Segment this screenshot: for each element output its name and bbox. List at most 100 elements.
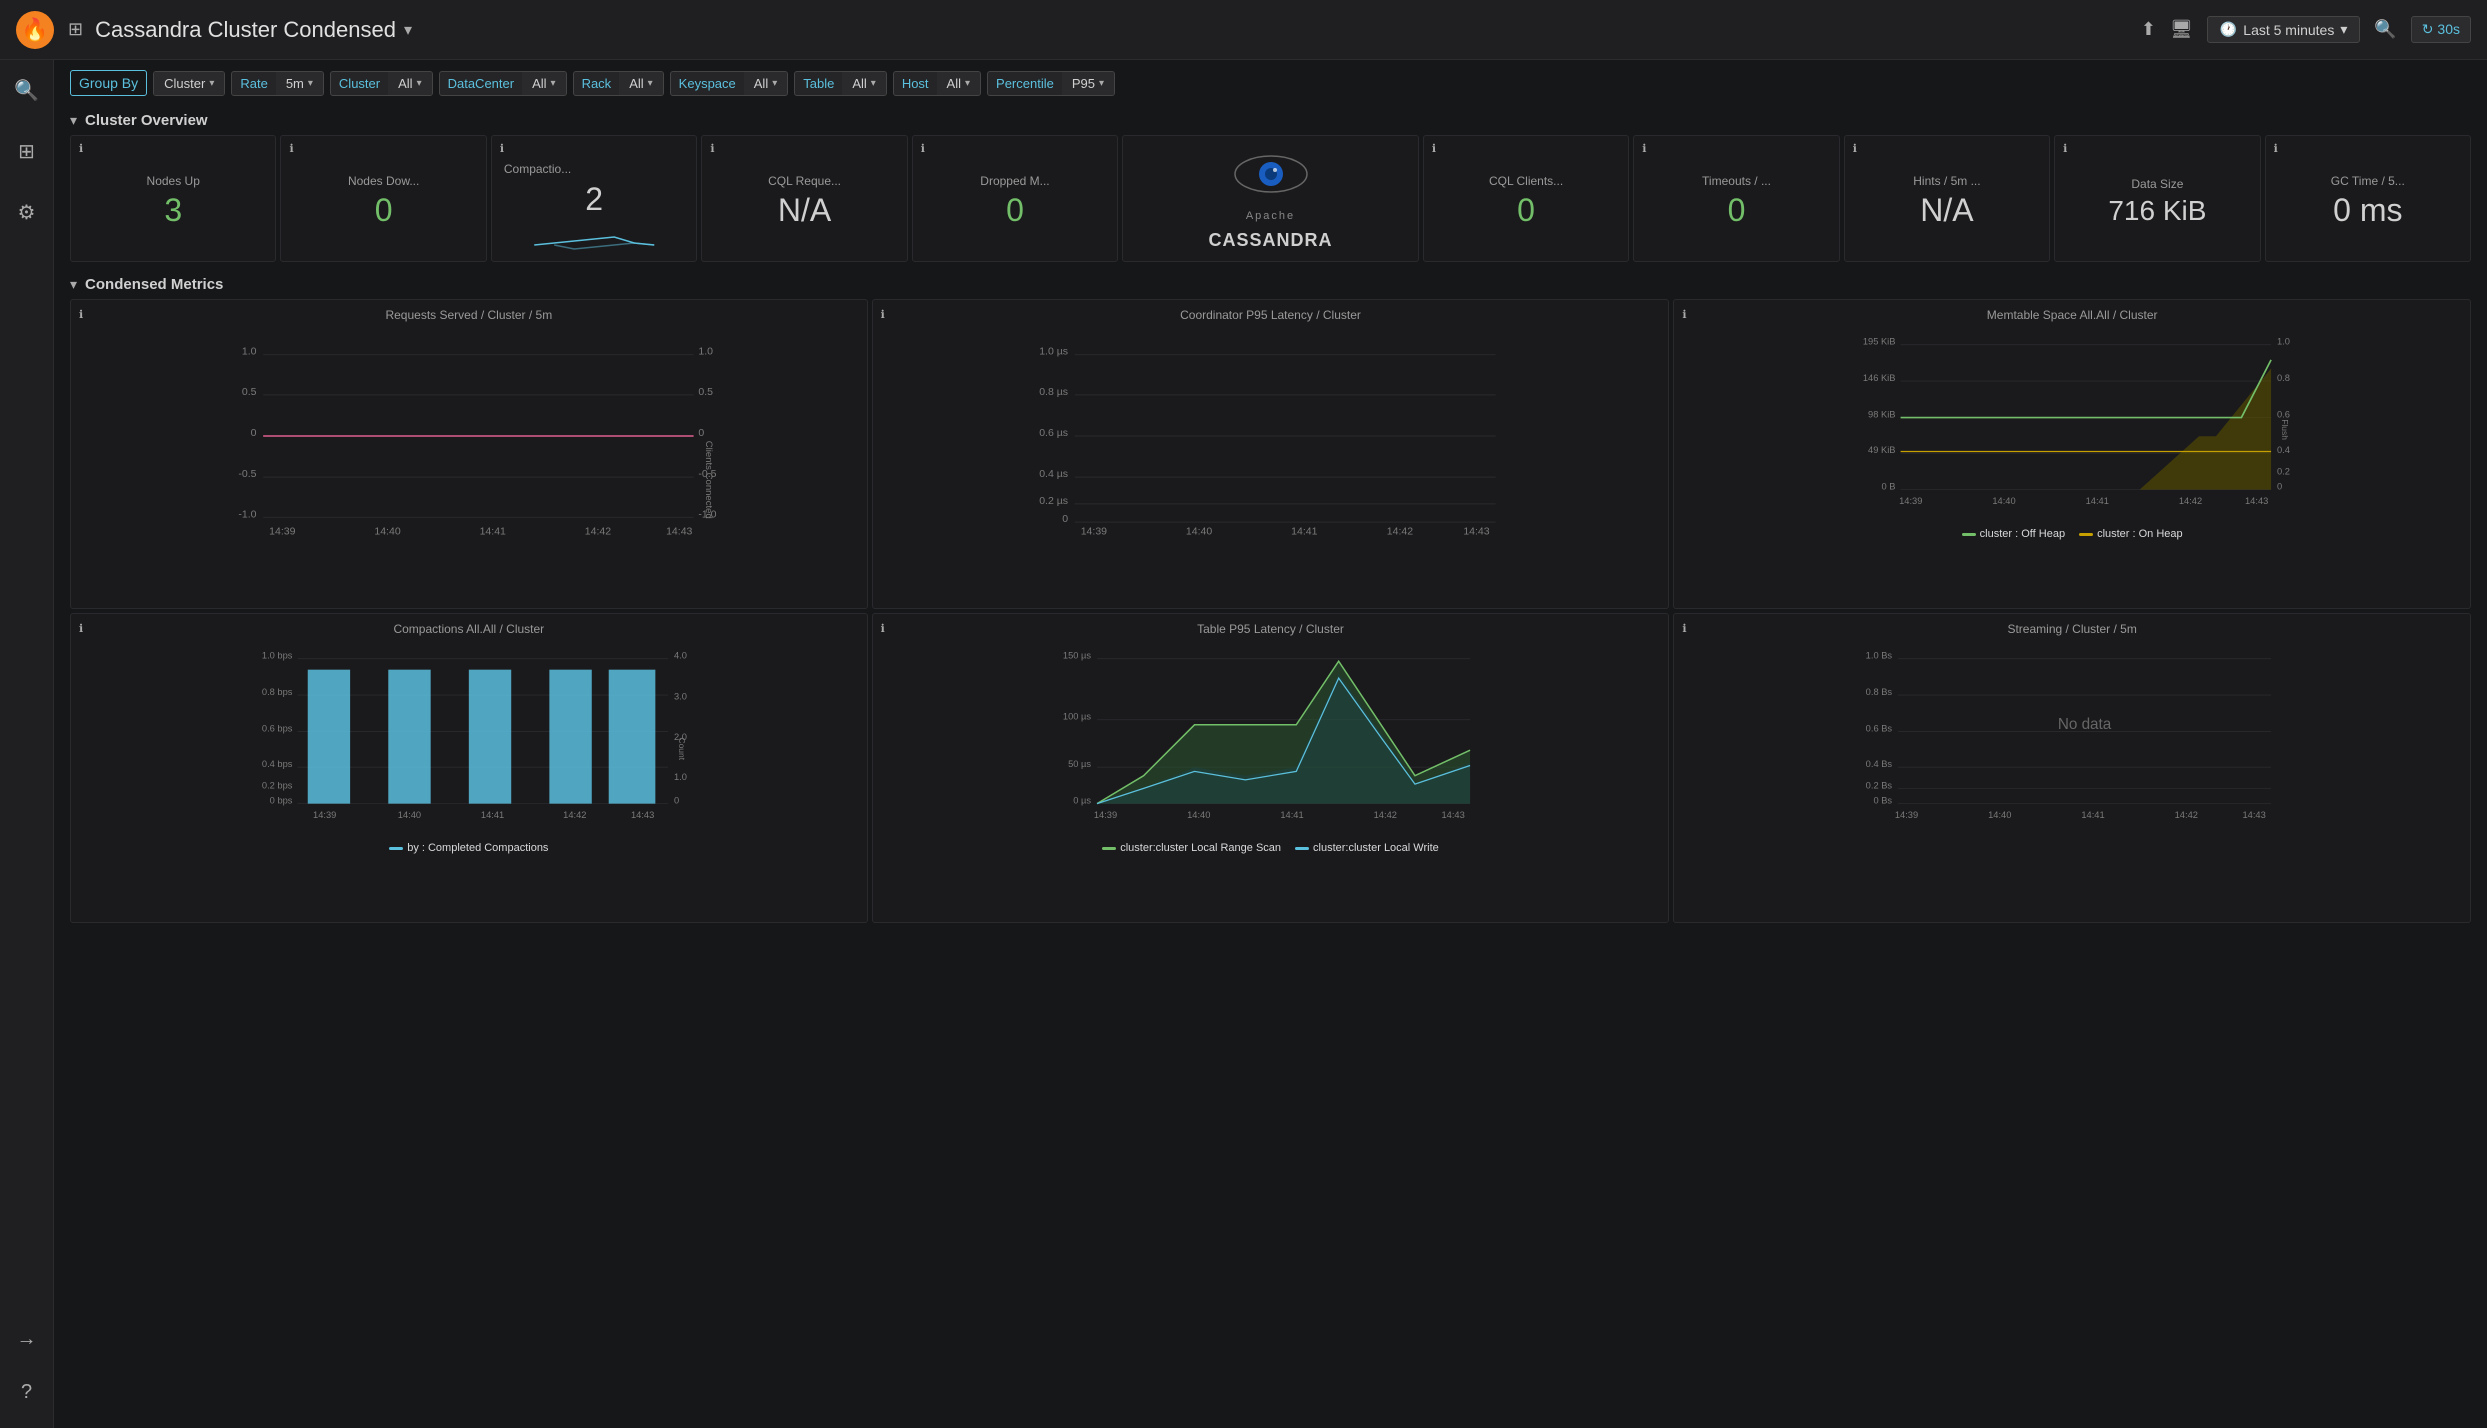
filter-cluster-type[interactable]: Cluster ▾ <box>153 71 225 96</box>
svg-text:0.2 µs: 0.2 µs <box>1039 495 1068 507</box>
svg-text:3.0: 3.0 <box>674 691 687 701</box>
svg-text:Count: Count <box>677 738 687 761</box>
svg-text:0: 0 <box>698 427 704 439</box>
svg-text:14:39: 14:39 <box>313 810 336 820</box>
svg-text:0.2 Bs: 0.2 Bs <box>1866 780 1893 790</box>
group-by-label[interactable]: Group By <box>70 70 147 96</box>
stat-title: GC Time / 5... <box>2331 174 2405 188</box>
svg-text:14:42: 14:42 <box>2175 810 2198 820</box>
legend-label: by : Completed Compactions <box>407 842 548 854</box>
stat-value: 2 <box>504 181 684 218</box>
chart-info-icon[interactable]: ℹ <box>79 308 83 321</box>
tv-icon[interactable]: 🖥 <box>2170 19 2193 40</box>
filter-rack[interactable]: Rack All ▾ <box>573 71 664 96</box>
svg-text:-0.5: -0.5 <box>238 468 256 480</box>
svg-text:14:43: 14:43 <box>1441 810 1464 820</box>
svg-text:0: 0 <box>674 796 679 806</box>
main-content: Group By Cluster ▾ Rate 5m ▾ Cluster All… <box>54 60 2487 1428</box>
filter-host[interactable]: Host All ▾ <box>893 71 981 96</box>
time-range-picker[interactable]: 🕐 Last 5 minutes ▾ <box>2207 16 2361 43</box>
chart-title: Compactions All.All / Cluster <box>79 622 859 636</box>
section-chevron-icon: ▾ <box>70 112 77 129</box>
refresh-button[interactable]: ↻ 30s <box>2411 16 2471 43</box>
sidebar-item-settings[interactable]: ⚙ <box>10 192 44 233</box>
svg-text:14:40: 14:40 <box>1993 496 2016 506</box>
chart-legend: cluster : Off Heap cluster : On Heap <box>1682 528 2462 540</box>
metrics-grid: ℹ Requests Served / Cluster / 5m 1.0 0.5… <box>70 299 2471 923</box>
sidebar-item-login[interactable]: → <box>9 1320 45 1359</box>
stat-card-cql-clients: ℹ CQL Clients... 0 <box>1423 135 1629 262</box>
chart-info-icon[interactable]: ℹ <box>1682 622 1686 635</box>
chart-coordinator-latency: ℹ Coordinator P95 Latency / Cluster 1.0 … <box>872 299 1670 609</box>
time-range-arrow: ▾ <box>2340 21 2347 38</box>
info-icon[interactable]: ℹ <box>710 142 714 155</box>
svg-text:1.0 Bs: 1.0 Bs <box>1866 651 1893 661</box>
stat-card-dropped: ℹ Dropped M... 0 <box>912 135 1118 262</box>
sidebar-item-help[interactable]: ? <box>13 1373 40 1412</box>
legend-color <box>1295 847 1309 850</box>
chart-info-icon[interactable]: ℹ <box>881 622 885 635</box>
svg-text:1.0 bps: 1.0 bps <box>262 651 293 661</box>
sidebar-bottom: → ? <box>9 1320 45 1412</box>
legend-color <box>1102 847 1116 850</box>
svg-text:195 KiB: 195 KiB <box>1863 337 1896 347</box>
stat-cards-row: ℹ Nodes Up 3 ℹ Nodes Dow... 0 ℹ Compacti… <box>70 135 2471 262</box>
svg-text:0.8 Bs: 0.8 Bs <box>1866 687 1893 697</box>
legend-local-write: cluster:cluster Local Write <box>1295 842 1439 854</box>
filter-rate[interactable]: Rate 5m ▾ <box>231 71 324 96</box>
legend-on-heap: cluster : On Heap <box>2079 528 2183 540</box>
svg-text:0.2: 0.2 <box>2277 466 2290 476</box>
cluster-overview-header[interactable]: ▾ Cluster Overview <box>70 104 2471 135</box>
info-icon[interactable]: ℹ <box>2274 142 2278 155</box>
filter-cluster[interactable]: Cluster All ▾ <box>330 71 433 96</box>
svg-text:14:41: 14:41 <box>1280 810 1303 820</box>
filter-keyspace[interactable]: Keyspace All ▾ <box>670 71 789 96</box>
topbar-right: ⬆ 🖥 🕐 Last 5 minutes ▾ 🔍 ↻ 30s <box>2141 16 2471 43</box>
svg-text:4.0: 4.0 <box>674 651 687 661</box>
chart-title: Table P95 Latency / Cluster <box>881 622 1661 636</box>
time-range-label: Last 5 minutes <box>2243 22 2334 38</box>
svg-text:0 B: 0 B <box>1882 482 1896 492</box>
info-icon[interactable]: ℹ <box>1853 142 1857 155</box>
info-icon[interactable]: ℹ <box>79 142 83 155</box>
chart-info-icon[interactable]: ℹ <box>881 308 885 321</box>
svg-text:0.4 Bs: 0.4 Bs <box>1866 759 1893 769</box>
chart-title: Requests Served / Cluster / 5m <box>79 308 859 322</box>
chart-svg: 195 KiB 146 KiB 98 KiB 49 KiB 0 B 1.0 0.… <box>1682 326 2462 521</box>
chart-memtable: ℹ Memtable Space All.All / Cluster 195 K… <box>1673 299 2471 609</box>
svg-text:0.4: 0.4 <box>2277 445 2290 455</box>
info-icon[interactable]: ℹ <box>2063 142 2067 155</box>
legend-off-heap: cluster : Off Heap <box>1962 528 2065 540</box>
title-dropdown-arrow[interactable]: ▾ <box>404 20 412 40</box>
filter-datacenter[interactable]: DataCenter All ▾ <box>439 71 567 96</box>
sparkline-chart <box>504 223 684 251</box>
info-icon[interactable]: ℹ <box>289 142 293 155</box>
info-icon[interactable]: ℹ <box>500 142 504 155</box>
info-icon[interactable]: ℹ <box>1642 142 1646 155</box>
share-icon[interactable]: ⬆ <box>2141 19 2156 40</box>
info-icon[interactable]: ℹ <box>1432 142 1436 155</box>
filter-table[interactable]: Table All ▾ <box>794 71 887 96</box>
page-title-text: Cassandra Cluster Condensed <box>95 17 396 43</box>
svg-text:14:41: 14:41 <box>2086 496 2109 506</box>
refresh-icon: ↻ <box>2422 21 2434 37</box>
condensed-metrics-header[interactable]: ▾ Condensed Metrics <box>70 268 2471 299</box>
legend-color <box>1962 533 1976 536</box>
search-icon[interactable]: 🔍 <box>2374 19 2396 40</box>
info-icon[interactable]: ℹ <box>921 142 925 155</box>
svg-text:14:40: 14:40 <box>1186 526 1212 538</box>
svg-text:14:39: 14:39 <box>1899 496 1922 506</box>
app-logo: 🔥 <box>16 11 54 49</box>
sidebar: 🔍 ⊞ ⚙ → ? <box>0 60 54 1428</box>
chart-info-icon[interactable]: ℹ <box>1682 308 1686 321</box>
filter-percentile[interactable]: Percentile P95 ▾ <box>987 71 1115 96</box>
sidebar-item-search[interactable]: 🔍 <box>6 70 47 111</box>
sidebar-item-dashboards[interactable]: ⊞ <box>10 131 43 172</box>
svg-text:0: 0 <box>251 427 257 439</box>
chart-legend: by : Completed Compactions <box>79 842 859 854</box>
chart-info-icon[interactable]: ℹ <box>79 622 83 635</box>
stat-value: 0 <box>1006 192 1024 229</box>
svg-text:14:41: 14:41 <box>2082 810 2105 820</box>
chart-svg: 1.0 bps 0.8 bps 0.6 bps 0.4 bps 0.2 bps … <box>79 640 859 835</box>
stat-card-cql-requests: ℹ CQL Reque... N/A <box>701 135 907 262</box>
